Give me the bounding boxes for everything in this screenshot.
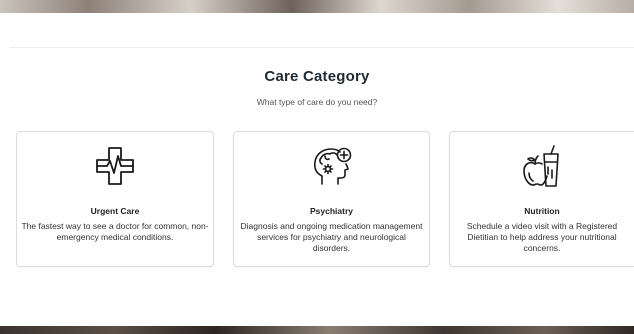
- hero-photo-strip-bottom: [0, 326, 634, 334]
- care-card-psychiatry[interactable]: Psychiatry Diagnosis and ongoing medicat…: [233, 131, 430, 267]
- apple-juice-glass-icon: [523, 145, 559, 187]
- hero-photo-strip-top: [0, 0, 634, 13]
- card-description: Diagnosis and ongoing medication managem…: [240, 221, 423, 253]
- section-subtitle: What type of care do you need?: [256, 97, 378, 107]
- card-title: Urgent Care: [90, 206, 140, 216]
- care-card-nutrition[interactable]: Nutrition Schedule a video visit with a …: [449, 131, 634, 267]
- care-card-urgent-care[interactable]: Urgent Care The fastest way to see a doc…: [16, 131, 214, 267]
- card-description: The fastest way to see a doctor for comm…: [21, 221, 209, 242]
- section-title: Care Category: [264, 68, 370, 85]
- card-title: Nutrition: [524, 206, 560, 216]
- head-brain-gear-icon: [313, 147, 351, 185]
- medical-cross-heartbeat-icon: [96, 147, 134, 185]
- card-title: Psychiatry: [310, 206, 353, 216]
- card-description: Schedule a video visit with a Registered…: [466, 221, 618, 253]
- section-divider: [10, 47, 634, 48]
